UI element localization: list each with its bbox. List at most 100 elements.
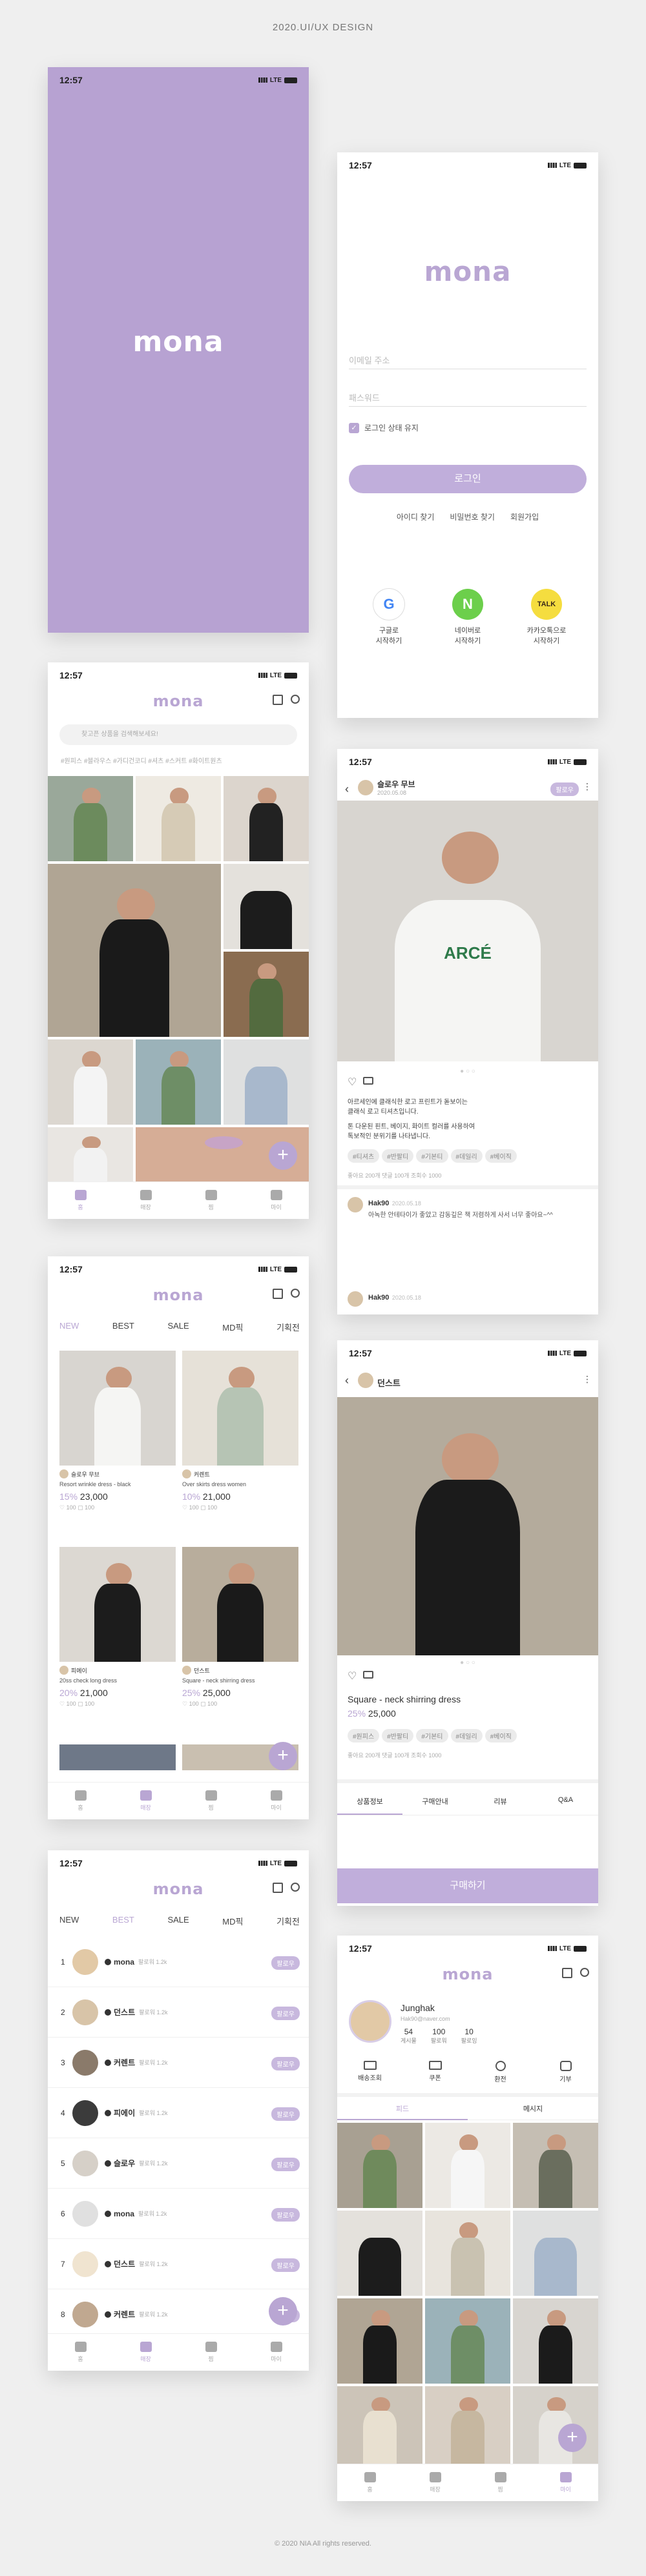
feed-photo[interactable] bbox=[425, 2123, 510, 2208]
password-field[interactable]: 패스워드 bbox=[349, 383, 587, 407]
email-field[interactable]: 이메일 주소 bbox=[349, 346, 587, 369]
find-id-link[interactable]: 아이디 찾기 bbox=[397, 511, 435, 522]
find-password-link[interactable]: 비밀번호 찾기 bbox=[450, 511, 495, 522]
product-card[interactable]: 던스트 Square - neck shirring dress 25% 25,… bbox=[182, 1547, 298, 1708]
feed-photo[interactable] bbox=[48, 1039, 133, 1125]
tab-md[interactable]: MD픽 bbox=[222, 1915, 243, 1927]
search-icon[interactable] bbox=[580, 1968, 589, 1977]
feed-photo[interactable] bbox=[224, 864, 309, 949]
profile-avatar[interactable] bbox=[349, 2000, 391, 2043]
delivery-button[interactable]: 배송조회 bbox=[337, 2061, 402, 2083]
buy-button[interactable]: 구매하기 bbox=[337, 1868, 598, 1903]
donate-button[interactable]: 기부 bbox=[533, 2061, 598, 2083]
follow-button[interactable]: 팔로우 bbox=[271, 2007, 300, 2020]
follow-button[interactable]: 팔로우 bbox=[271, 2208, 300, 2222]
bag-icon[interactable] bbox=[273, 1883, 283, 1893]
tab-best[interactable]: BEST bbox=[112, 1321, 134, 1333]
tab-sale[interactable]: SALE bbox=[167, 1915, 189, 1927]
follow-button[interactable]: 팔로우 bbox=[271, 1956, 300, 1970]
google-login-button[interactable]: G 구글로 시작하기 bbox=[366, 589, 412, 646]
feed-photo[interactable] bbox=[48, 864, 221, 1037]
feed-photo[interactable] bbox=[136, 776, 221, 861]
search-input[interactable]: 찾고픈 상품을 검색해보세요! bbox=[59, 724, 297, 745]
follow-button[interactable]: 팔로우 bbox=[271, 2057, 300, 2070]
feed-photo[interactable] bbox=[224, 952, 309, 1037]
feed-photo[interactable] bbox=[337, 2386, 422, 2464]
ranking-row[interactable]: 2 던스트 팔로워 1.2k 팔로우 bbox=[48, 1987, 309, 2038]
tab-special[interactable]: 기획전 bbox=[276, 1321, 300, 1333]
tab-message[interactable]: 메시지 bbox=[468, 2103, 598, 2120]
feed-photo[interactable] bbox=[48, 776, 133, 861]
comment-icon[interactable] bbox=[363, 1077, 373, 1085]
keep-login-checkbox[interactable]: ✓ 로그인 상태 유지 bbox=[349, 422, 419, 433]
tab-review[interactable]: 리뷰 bbox=[468, 1796, 533, 1815]
product-card[interactable]: 슬로우 무브 Resort wrinkle dress - black 15% … bbox=[59, 1351, 176, 1511]
login-button[interactable]: 로그인 bbox=[349, 465, 587, 493]
feed-photo[interactable] bbox=[513, 2123, 598, 2208]
back-icon[interactable]: ‹ bbox=[345, 1374, 349, 1387]
add-button[interactable]: + bbox=[269, 2297, 297, 2326]
ranking-row[interactable]: 1 mona 팔로워 1.2k 팔로우 bbox=[48, 1937, 309, 1987]
exchange-button[interactable]: 환전 bbox=[468, 2061, 533, 2083]
tab-my[interactable]: 마이 bbox=[244, 2334, 309, 2371]
comment-icon[interactable] bbox=[363, 1671, 373, 1679]
feed-photo[interactable] bbox=[425, 2211, 510, 2296]
tab-home[interactable]: 홈 bbox=[48, 1783, 113, 1819]
tab-likes[interactable]: 찜 bbox=[468, 2464, 533, 2501]
tab-store[interactable]: 매장 bbox=[402, 2464, 468, 2501]
tab-my[interactable]: 마이 bbox=[533, 2464, 598, 2501]
feed-photo[interactable] bbox=[513, 2211, 598, 2296]
tab-purchase-guide[interactable]: 구매안내 bbox=[402, 1796, 468, 1815]
search-icon[interactable] bbox=[291, 695, 300, 704]
follow-button[interactable]: 팔로우 bbox=[271, 2158, 300, 2171]
tab-best[interactable]: BEST bbox=[112, 1915, 134, 1927]
seller-name[interactable]: 던스트 bbox=[377, 1376, 401, 1389]
tab-my[interactable]: 마이 bbox=[244, 1182, 309, 1219]
add-button[interactable]: + bbox=[558, 2424, 587, 2452]
feed-photo[interactable] bbox=[337, 2211, 422, 2296]
tab-likes[interactable]: 찜 bbox=[178, 1182, 244, 1219]
tab-store[interactable]: 매장 bbox=[113, 1783, 178, 1819]
bag-icon[interactable] bbox=[562, 1968, 572, 1978]
follow-button[interactable]: 팔로우 bbox=[550, 782, 579, 796]
feed-photo[interactable] bbox=[337, 2298, 422, 2384]
tab-sale[interactable]: SALE bbox=[167, 1321, 189, 1333]
tab-store[interactable]: 매장 bbox=[113, 2334, 178, 2371]
ranking-row[interactable]: 3 커렌트 팔로워 1.2k 팔로우 bbox=[48, 2038, 309, 2088]
feed-photo[interactable] bbox=[337, 2123, 422, 2208]
bag-icon[interactable] bbox=[273, 695, 283, 705]
feed-photo[interactable] bbox=[425, 2386, 510, 2464]
heart-icon[interactable]: ♡ bbox=[348, 1670, 357, 1682]
add-button[interactable]: + bbox=[269, 1141, 297, 1170]
feed-photo[interactable] bbox=[224, 776, 309, 861]
follow-button[interactable]: 팔로우 bbox=[271, 2107, 300, 2121]
add-button[interactable]: + bbox=[269, 1742, 297, 1770]
tab-likes[interactable]: 찜 bbox=[178, 1783, 244, 1819]
kakao-login-button[interactable]: TALK 카카오톡으로 시작하기 bbox=[523, 589, 570, 646]
tab-store[interactable]: 매장 bbox=[113, 1182, 178, 1219]
naver-login-button[interactable]: N 네이버로 시작하기 bbox=[444, 589, 491, 646]
tab-new[interactable]: NEW bbox=[59, 1915, 79, 1927]
signup-link[interactable]: 회원가입 bbox=[510, 511, 539, 522]
tab-home[interactable]: 홈 bbox=[48, 2334, 113, 2371]
feed-photo[interactable] bbox=[513, 2298, 598, 2384]
ranking-row[interactable]: 4 피에이 팔로워 1.2k 팔로우 bbox=[48, 2088, 309, 2138]
heart-icon[interactable]: ♡ bbox=[348, 1076, 357, 1089]
feed-photo[interactable] bbox=[224, 1039, 309, 1125]
feed-photo[interactable] bbox=[136, 1039, 221, 1125]
product-card[interactable]: 피에이 20ss check long dress 20% 21,000 ♡ 1… bbox=[59, 1547, 176, 1708]
tab-home[interactable]: 홈 bbox=[48, 1182, 113, 1219]
ranking-row[interactable]: 6 mona 팔로워 1.2k 팔로우 bbox=[48, 2189, 309, 2239]
tab-my[interactable]: 마이 bbox=[244, 1783, 309, 1819]
more-icon[interactable]: ⋮ bbox=[583, 781, 592, 792]
product-card[interactable]: 커렌트 Over skirts dress women 10% 21,000 ♡… bbox=[182, 1351, 298, 1511]
tab-likes[interactable]: 찜 bbox=[178, 2334, 244, 2371]
ranking-row[interactable]: 5 슬로우 팔로워 1.2k 팔로우 bbox=[48, 2138, 309, 2189]
feed-photo[interactable] bbox=[425, 2298, 510, 2384]
post-author[interactable]: 슬로우 무브 bbox=[377, 779, 415, 790]
back-icon[interactable]: ‹ bbox=[345, 782, 349, 796]
tab-feed[interactable]: 피드 bbox=[337, 2103, 468, 2120]
search-icon[interactable] bbox=[291, 1289, 300, 1298]
follow-button[interactable]: 팔로우 bbox=[271, 2258, 300, 2272]
coupon-button[interactable]: 쿠폰 bbox=[402, 2061, 468, 2083]
